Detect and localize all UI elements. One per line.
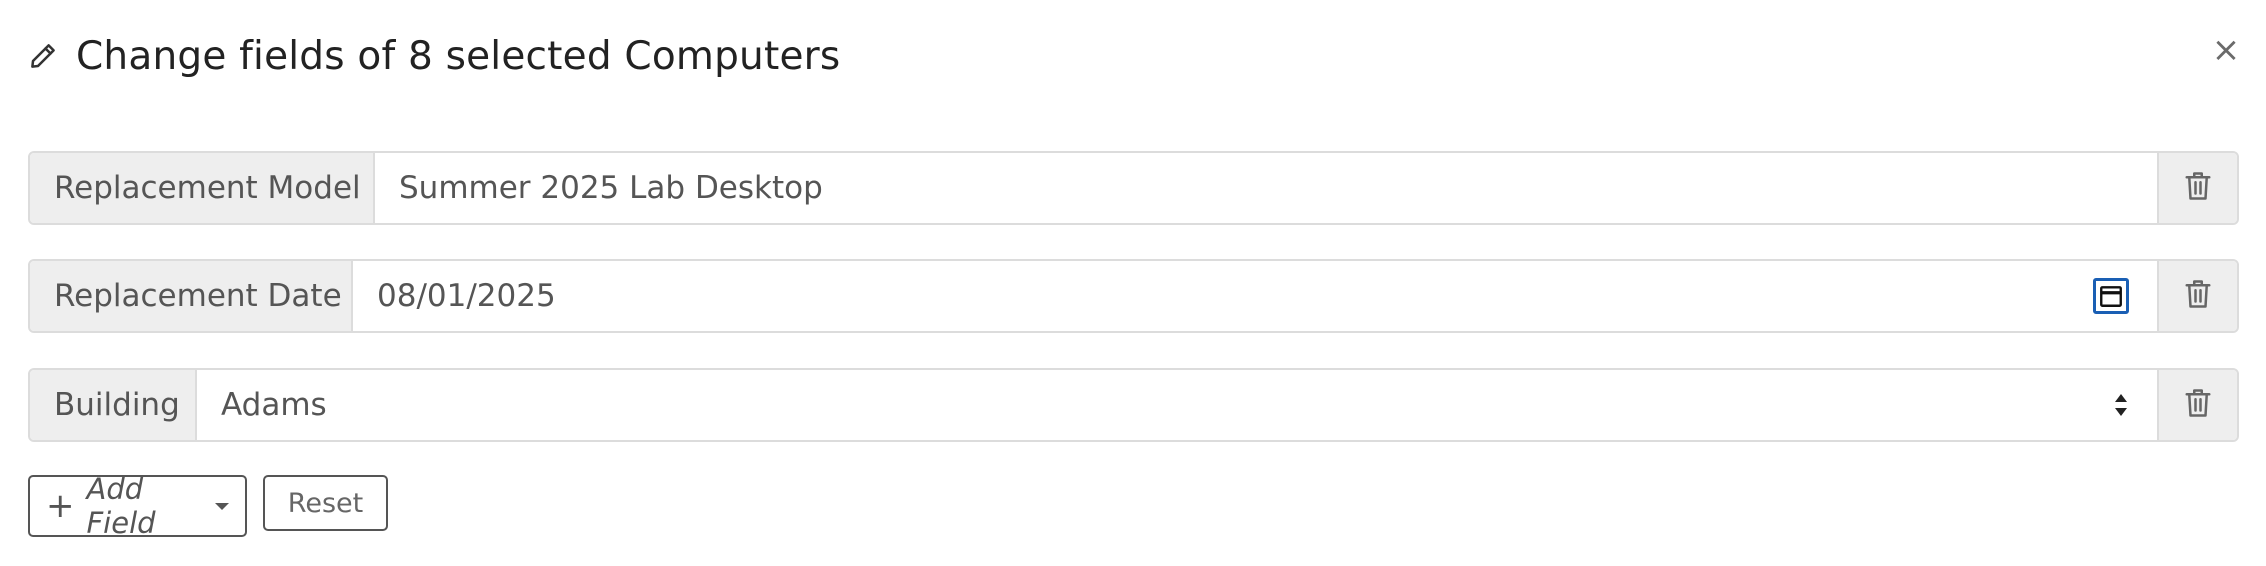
plus-icon: + <box>46 486 75 526</box>
calendar-icon[interactable] <box>2093 278 2129 314</box>
field-row-replacement-model: Replacement Model <box>28 151 2239 225</box>
field-row-building: Building Adams <box>28 368 2239 442</box>
add-field-label: Add Field <box>86 472 156 540</box>
replacement-model-input[interactable] <box>375 153 2157 223</box>
close-icon[interactable]: × <box>2206 30 2246 70</box>
trash-icon <box>2183 277 2213 315</box>
remove-field-button[interactable] <box>2157 261 2237 331</box>
building-select[interactable]: Adams <box>197 370 2157 440</box>
pencil-icon <box>28 41 58 71</box>
change-fields-dialog: Change fields of 8 selected Computers × … <box>0 0 2266 566</box>
dialog-actions: + Add Field Reset <box>28 472 388 540</box>
dialog-title: Change fields of 8 selected Computers <box>76 33 841 79</box>
remove-field-button[interactable] <box>2157 153 2237 223</box>
replacement-model-field[interactable] <box>399 170 2133 206</box>
trash-icon <box>2183 386 2213 424</box>
field-row-replacement-date: Replacement Date <box>28 259 2239 333</box>
sort-arrows-icon <box>2111 391 2131 419</box>
replacement-date-input[interactable] <box>353 261 2157 331</box>
field-label: Replacement Model <box>30 153 375 223</box>
dialog-header: Change fields of 8 selected Computers <box>28 26 840 86</box>
replacement-date-field[interactable] <box>377 278 2133 314</box>
trash-icon <box>2183 169 2213 207</box>
reset-button[interactable]: Reset <box>263 475 388 531</box>
field-label: Replacement Date <box>30 261 353 331</box>
caret-down-icon <box>215 502 229 510</box>
building-selected-value: Adams <box>221 387 327 423</box>
remove-field-button[interactable] <box>2157 370 2237 440</box>
add-field-button[interactable]: + Add Field <box>28 472 247 540</box>
field-label: Building <box>30 370 197 440</box>
